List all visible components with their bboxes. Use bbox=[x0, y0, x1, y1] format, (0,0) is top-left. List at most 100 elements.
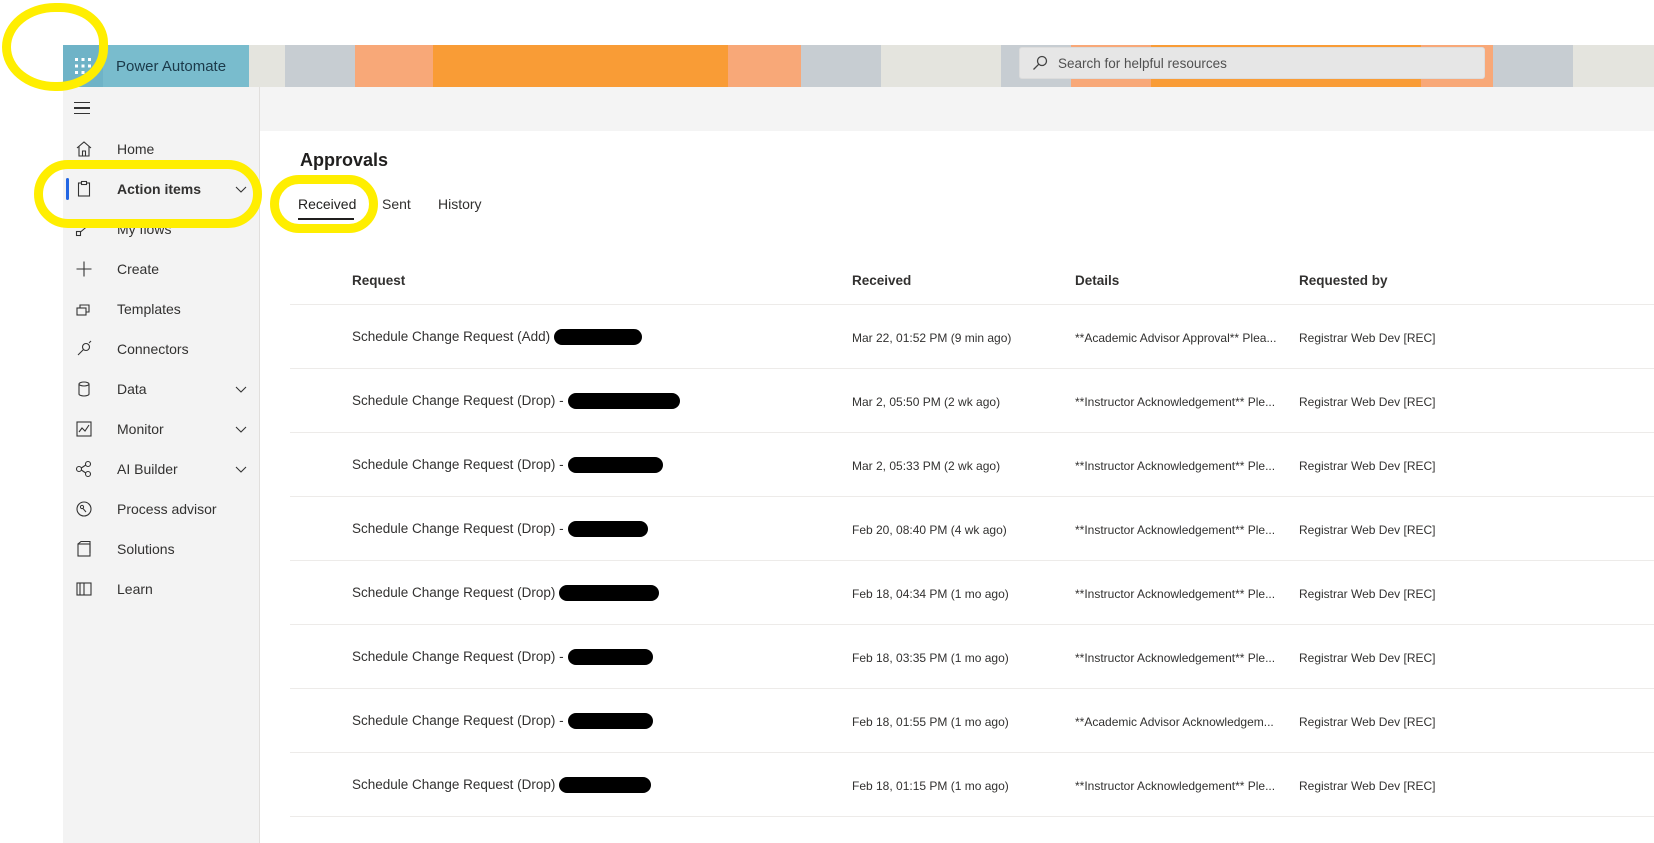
received-cell: Mar 2, 05:50 PM (2 wk ago) bbox=[852, 395, 1001, 409]
collapse-nav-button[interactable] bbox=[74, 99, 94, 117]
sidebar-item-my-flows[interactable]: My flows bbox=[63, 208, 260, 250]
column-header-received[interactable]: Received bbox=[852, 273, 911, 288]
database-icon bbox=[74, 379, 94, 399]
left-navigation: Home Action items My flows Create Templa… bbox=[63, 87, 260, 843]
requested-by-cell: Registrar Web Dev [REC] bbox=[1299, 715, 1436, 729]
details-cell: **Instructor Acknowledgement** Ple... bbox=[1075, 459, 1276, 473]
requested-by-cell: Registrar Web Dev [REC] bbox=[1299, 395, 1436, 409]
tab-sent[interactable]: Sent bbox=[382, 196, 411, 212]
sidebar-item-action-items[interactable]: Action items bbox=[63, 168, 260, 210]
column-header-requested-by[interactable]: Requested by bbox=[1299, 273, 1388, 288]
redaction-mark bbox=[554, 329, 643, 346]
chevron-down-icon[interactable] bbox=[234, 422, 248, 436]
tab-received[interactable]: Received bbox=[298, 196, 356, 212]
header-banner bbox=[249, 45, 1654, 87]
table-row[interactable]: Schedule Change Request (Drop) - Feb 18,… bbox=[290, 689, 1654, 753]
chevron-down-icon[interactable] bbox=[234, 182, 248, 196]
request-cell: Schedule Change Request (Drop) - bbox=[352, 457, 564, 472]
chevron-down-icon[interactable] bbox=[234, 382, 248, 396]
received-cell: Feb 20, 08:40 PM (4 wk ago) bbox=[852, 523, 1007, 537]
tab-history[interactable]: History bbox=[438, 196, 482, 212]
sidebar-item-label: Home bbox=[117, 141, 155, 157]
sidebar-item-label: AI Builder bbox=[117, 461, 178, 477]
row-divider bbox=[290, 816, 1654, 817]
table-row[interactable]: Schedule Change Request (Drop) - Mar 2, … bbox=[290, 433, 1654, 497]
column-header-details[interactable]: Details bbox=[1075, 273, 1119, 288]
sidebar-item-label: Connectors bbox=[117, 341, 189, 357]
sidebar-item-label: Templates bbox=[117, 301, 181, 317]
sidebar-item-create[interactable]: Create bbox=[63, 248, 260, 290]
details-cell: **Instructor Acknowledgement** Ple... bbox=[1075, 523, 1276, 537]
requested-by-cell: Registrar Web Dev [REC] bbox=[1299, 459, 1436, 473]
requested-by-cell: Registrar Web Dev [REC] bbox=[1299, 779, 1436, 793]
ai-builder-icon bbox=[74, 459, 94, 479]
sidebar-item-label: Data bbox=[117, 381, 147, 397]
table-row[interactable]: Schedule Change Request (Drop) Feb 18, 0… bbox=[290, 753, 1654, 817]
sidebar-item-label: Monitor bbox=[117, 421, 164, 437]
sidebar-item-label: Process advisor bbox=[117, 501, 217, 517]
received-cell: Feb 18, 04:34 PM (1 mo ago) bbox=[852, 587, 1009, 601]
request-cell: Schedule Change Request (Drop) - bbox=[352, 521, 564, 536]
templates-icon bbox=[74, 299, 94, 319]
monitor-icon bbox=[74, 419, 94, 439]
page-title: Approvals bbox=[300, 150, 389, 170]
sidebar-item-label: My flows bbox=[117, 221, 172, 237]
request-cell: Schedule Change Request (Drop) - bbox=[352, 393, 564, 408]
received-cell: Mar 2, 05:33 PM (2 wk ago) bbox=[852, 459, 1001, 473]
sidebar-item-label: Create bbox=[117, 261, 160, 277]
table-row[interactable]: Schedule Change Request (Drop) Feb 18, 0… bbox=[290, 561, 1654, 625]
details-cell: **Instructor Acknowledgement** Ple... bbox=[1075, 779, 1276, 793]
requested-by-cell: Registrar Web Dev [REC] bbox=[1299, 331, 1436, 345]
redaction-mark bbox=[567, 457, 663, 474]
received-cell: Feb 18, 01:55 PM (1 mo ago) bbox=[852, 715, 1009, 729]
details-cell: **Academic Advisor Acknowledgem... bbox=[1075, 715, 1274, 729]
request-cell: Schedule Change Request (Drop) - bbox=[352, 713, 564, 728]
request-cell: Schedule Change Request (Drop) bbox=[352, 585, 556, 600]
table-row[interactable]: Schedule Change Request (Drop) - Mar 2, … bbox=[290, 369, 1654, 433]
sidebar-item-connectors[interactable]: Connectors bbox=[63, 328, 260, 370]
details-cell: **Instructor Acknowledgement** Ple... bbox=[1075, 395, 1276, 409]
connector-icon bbox=[74, 339, 94, 359]
sidebar-item-learn[interactable]: Learn bbox=[63, 568, 260, 610]
column-header-request[interactable]: Request bbox=[352, 273, 405, 288]
top-header-bar: Power Automate bbox=[63, 45, 1654, 87]
sidebar-item-data[interactable]: Data bbox=[63, 368, 260, 410]
chevron-down-icon[interactable] bbox=[234, 462, 248, 476]
sidebar-item-home[interactable]: Home bbox=[63, 128, 260, 170]
sidebar-item-ai-builder[interactable]: AI Builder bbox=[63, 448, 260, 490]
requested-by-cell: Registrar Web Dev [REC] bbox=[1299, 587, 1436, 601]
search-icon bbox=[1033, 55, 1048, 70]
requested-by-cell: Registrar Web Dev [REC] bbox=[1299, 651, 1436, 665]
home-icon bbox=[74, 139, 94, 159]
active-tab-underline bbox=[298, 218, 354, 220]
requested-by-cell: Registrar Web Dev [REC] bbox=[1299, 523, 1436, 537]
sidebar-item-monitor[interactable]: Monitor bbox=[63, 408, 260, 450]
redaction-mark bbox=[567, 393, 680, 410]
sidebar-item-process-advisor[interactable]: Process advisor bbox=[63, 488, 260, 530]
app-name[interactable]: Power Automate bbox=[103, 45, 249, 87]
details-cell: **Academic Advisor Approval** Plea... bbox=[1075, 331, 1277, 345]
details-cell: **Instructor Acknowledgement** Ple... bbox=[1075, 587, 1276, 601]
sidebar-item-solutions[interactable]: Solutions bbox=[63, 528, 260, 570]
table-row[interactable]: Schedule Change Request (Drop) - Feb 18,… bbox=[290, 625, 1654, 689]
process-advisor-icon bbox=[74, 499, 94, 519]
received-cell: Feb 18, 03:35 PM (1 mo ago) bbox=[852, 651, 1009, 665]
received-cell: Feb 18, 01:15 PM (1 mo ago) bbox=[852, 779, 1009, 793]
plus-icon bbox=[74, 259, 94, 279]
clipboard-icon bbox=[74, 179, 94, 199]
search-box[interactable] bbox=[1019, 47, 1485, 79]
table-row[interactable]: Schedule Change Request (Add) Mar 22, 01… bbox=[290, 305, 1654, 369]
received-cell: Mar 22, 01:52 PM (9 min ago) bbox=[852, 331, 1012, 345]
active-indicator bbox=[66, 178, 69, 200]
request-cell: Schedule Change Request (Drop) bbox=[352, 777, 556, 792]
sidebar-item-templates[interactable]: Templates bbox=[63, 288, 260, 330]
redaction-mark bbox=[559, 777, 652, 794]
request-cell: Schedule Change Request (Drop) - bbox=[352, 649, 564, 664]
redaction-mark bbox=[559, 585, 660, 602]
redaction-mark bbox=[567, 649, 653, 666]
sidebar-item-label: Solutions bbox=[117, 541, 175, 557]
sidebar-item-label: Learn bbox=[117, 581, 153, 597]
app-launcher-button[interactable] bbox=[63, 45, 103, 87]
table-row[interactable]: Schedule Change Request (Drop) - Feb 20,… bbox=[290, 497, 1654, 561]
search-input[interactable] bbox=[1058, 55, 1458, 71]
